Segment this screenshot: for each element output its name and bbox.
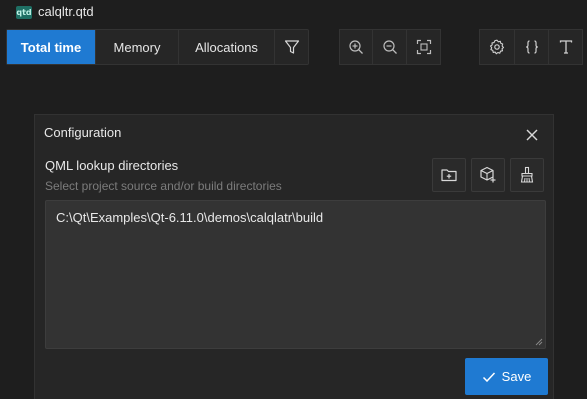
filter-icon (284, 40, 299, 54)
close-button[interactable] (525, 128, 539, 142)
section-subtitle: Select project source and/or build direc… (45, 179, 282, 193)
configuration-dialog: Configuration QML lookup directories Sel… (34, 114, 554, 399)
zoom-in-button[interactable] (339, 29, 372, 65)
json-button[interactable] (514, 29, 549, 65)
directories-textarea[interactable]: C:\Qt\Examples\Qt-6.11.0\demos\calqlatr\… (45, 200, 546, 349)
save-label: Save (501, 369, 532, 384)
zoom-in-icon (348, 40, 363, 54)
add-folder-button[interactable] (432, 158, 466, 192)
resize-grip-icon[interactable] (535, 338, 543, 346)
toolbar-divider (372, 29, 373, 65)
zoom-out-button[interactable] (373, 29, 406, 65)
clear-icon (520, 166, 534, 183)
toolbar-divider (514, 29, 515, 65)
settings-icon (489, 39, 504, 55)
title-bar: qtd calqltr.qtd (0, 0, 587, 26)
add-package-icon (480, 166, 496, 183)
file-name: calqltr.qtd (38, 4, 94, 19)
save-button[interactable]: Save (465, 358, 548, 395)
add-folder-icon (441, 169, 457, 182)
add-package-button[interactable] (471, 158, 505, 192)
close-icon (526, 129, 538, 141)
checkmark-icon (482, 371, 495, 382)
dialog-title: Configuration (44, 125, 122, 140)
braces-icon (525, 40, 538, 54)
zoom-fit-icon (416, 39, 431, 55)
zoom-fit-button[interactable] (407, 29, 440, 65)
text-button[interactable] (549, 29, 583, 65)
qtd-file-icon: qtd (16, 6, 32, 19)
section-label: QML lookup directories (45, 158, 179, 173)
settings-button[interactable] (479, 29, 514, 65)
tab-total-time[interactable]: Total time (7, 30, 96, 64)
clear-button[interactable] (510, 158, 544, 192)
toolbar-divider (406, 29, 407, 65)
filter-button[interactable] (275, 30, 308, 64)
toolbar-divider (548, 29, 549, 65)
view-tab-group: Total time Memory Allocations (6, 29, 309, 65)
text-icon (559, 40, 573, 54)
tab-memory[interactable]: Memory (96, 30, 179, 64)
tab-allocations[interactable]: Allocations (179, 30, 275, 64)
directory-path: C:\Qt\Examples\Qt-6.11.0\demos\calqlatr\… (56, 210, 324, 225)
zoom-out-icon (382, 40, 397, 54)
